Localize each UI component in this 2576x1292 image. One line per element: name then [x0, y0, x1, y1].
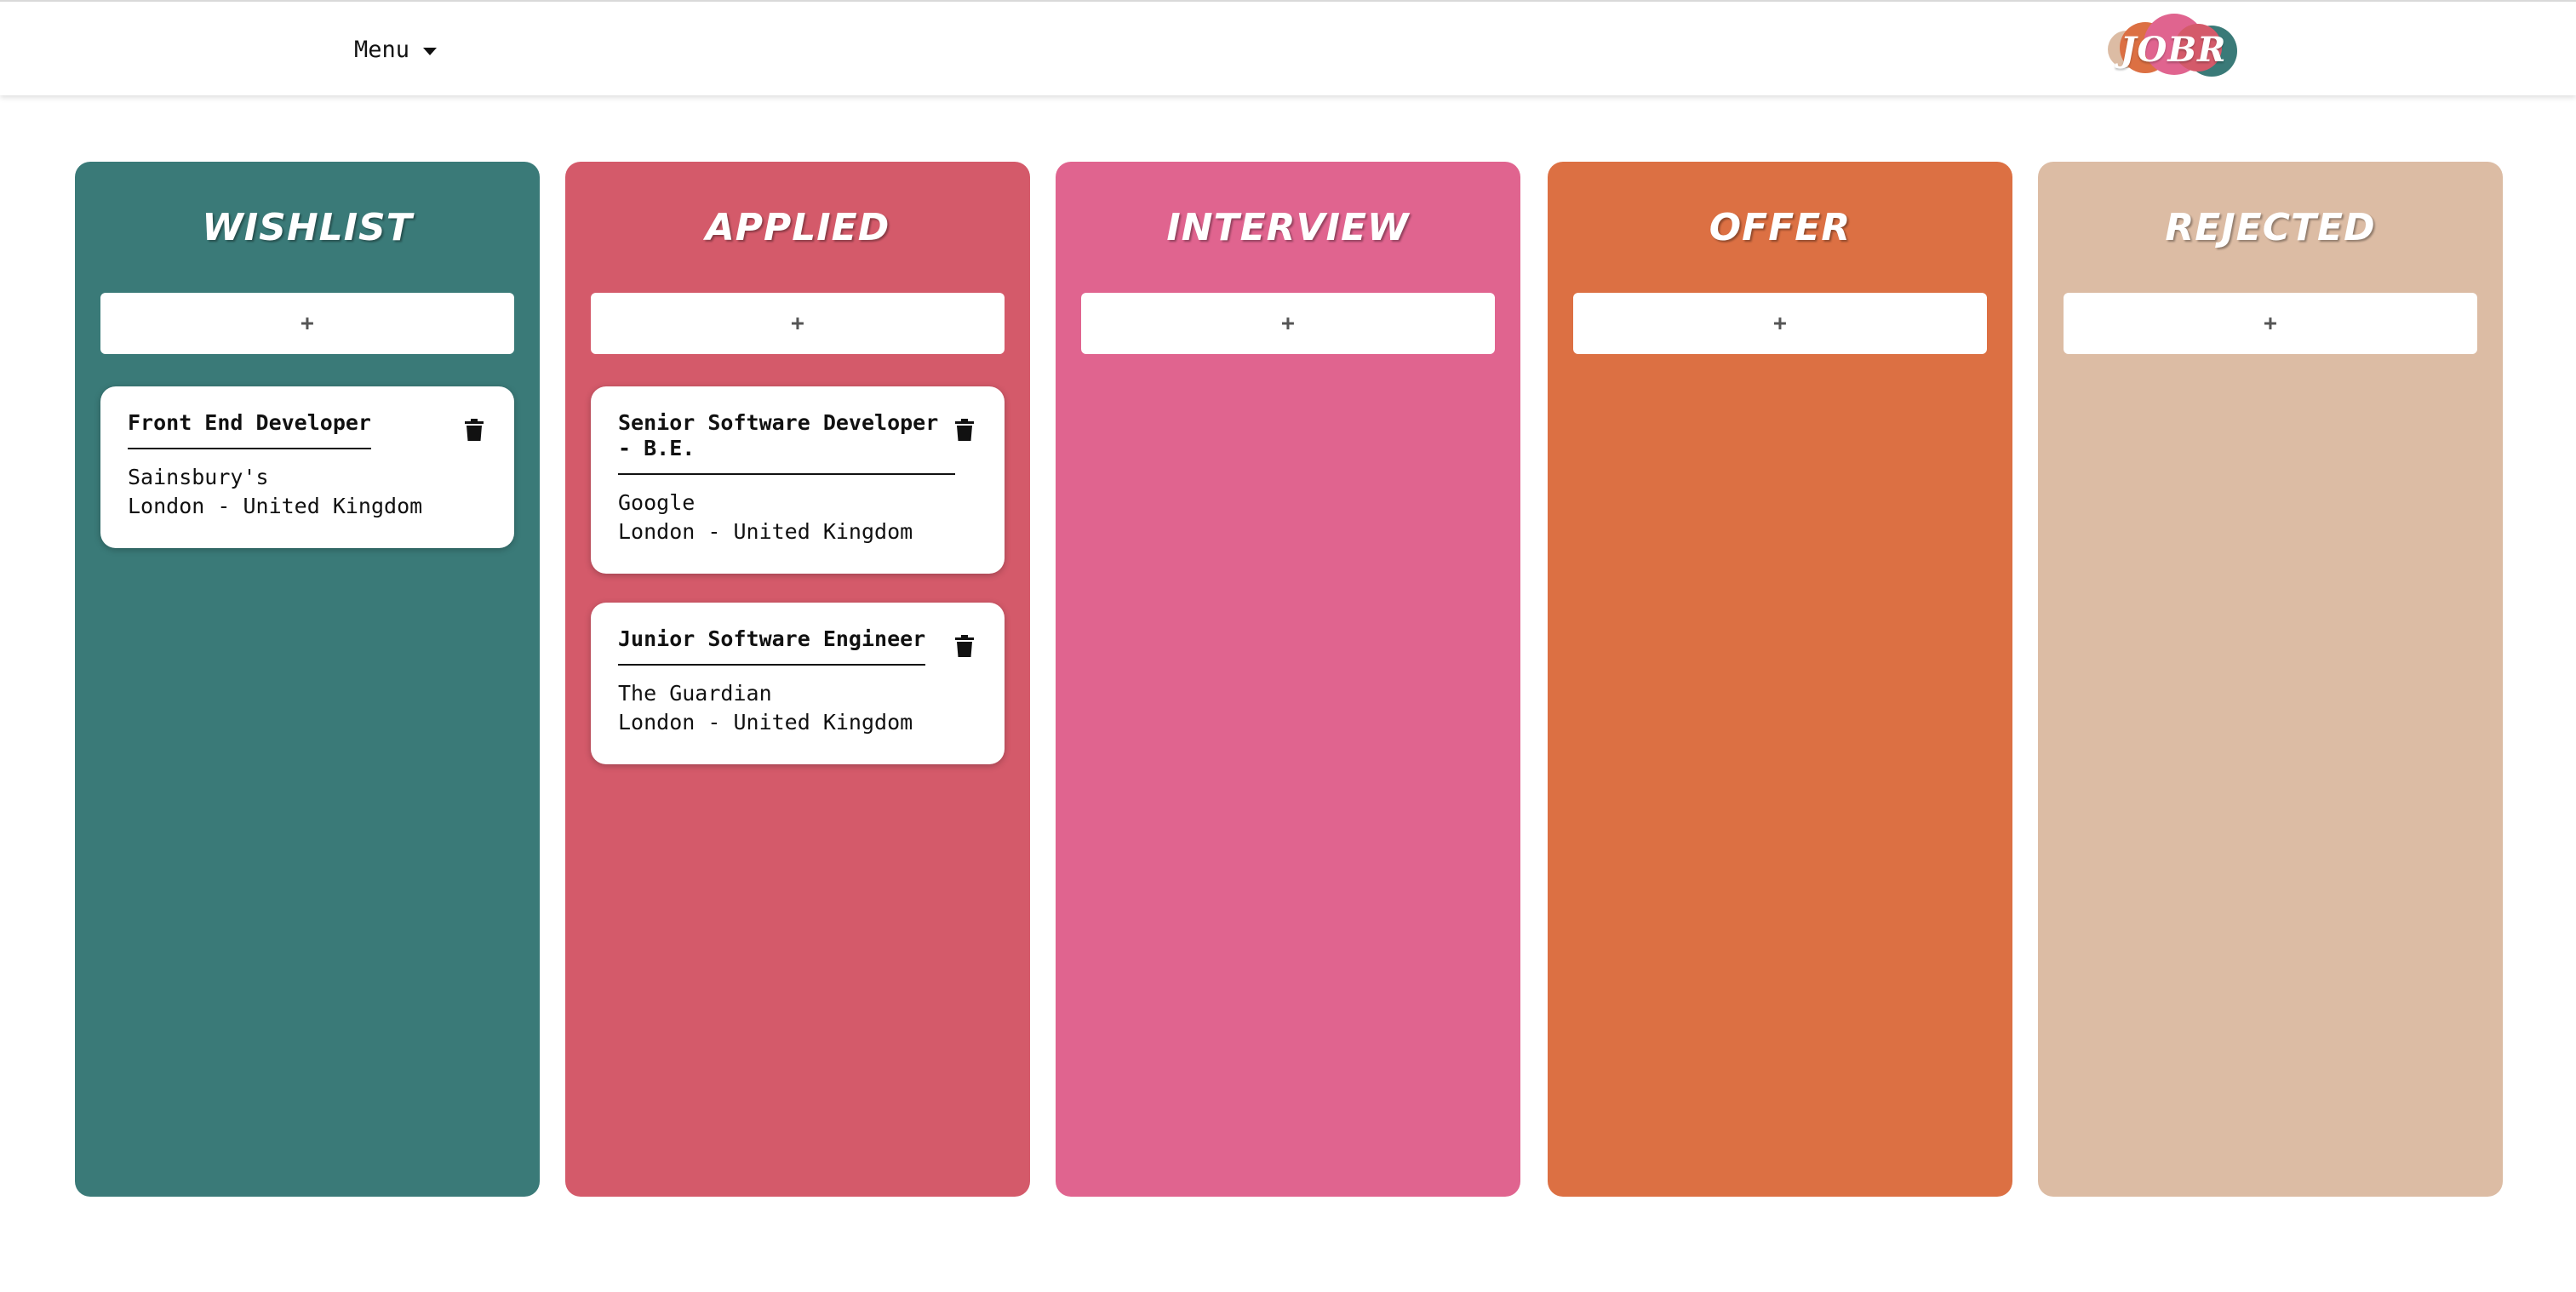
add-job-button[interactable]: + — [2064, 293, 2477, 354]
caret-down-icon — [423, 47, 438, 55]
job-location: London - United Kingdom — [618, 710, 913, 735]
column-title: OFFER — [1709, 206, 1852, 249]
jobr-logo[interactable]: JOBR — [2103, 10, 2244, 89]
menu-dropdown-button[interactable]: Menu — [354, 32, 438, 66]
column-applied: APPLIED + Senior Software Developer - B.… — [565, 162, 1030, 1197]
column-title: REJECTED — [2165, 206, 2376, 249]
column-title: APPLIED — [705, 206, 890, 249]
job-title: Front End Developer — [128, 410, 371, 449]
app-page: Menu JOBR WISHLIST + Front End Developer — [0, 0, 2576, 1292]
add-job-button[interactable]: + — [1081, 293, 1495, 354]
column-rejected: REJECTED + — [2038, 162, 2503, 1197]
column-offer: OFFER + — [1548, 162, 2012, 1197]
column-wishlist: WISHLIST + Front End Developer Sainsbury… — [75, 162, 540, 1197]
job-title: Senior Software Developer - B.E. — [618, 410, 955, 475]
job-company: The Guardian — [618, 681, 772, 706]
column-title: INTERVIEW — [1166, 206, 1410, 249]
trash-icon[interactable] — [955, 419, 974, 441]
job-card[interactable]: Junior Software Engineer The Guardian Lo… — [591, 603, 1005, 764]
kanban-board: WISHLIST + Front End Developer Sainsbury… — [75, 162, 2503, 1198]
job-card[interactable]: Senior Software Developer - B.E. Google … — [591, 386, 1005, 574]
trash-icon[interactable] — [955, 635, 974, 657]
trash-icon[interactable] — [465, 419, 484, 441]
column-interview: INTERVIEW + — [1056, 162, 1520, 1197]
menu-label: Menu — [354, 36, 410, 63]
add-job-button[interactable]: + — [100, 293, 514, 354]
job-company: Sainsbury's — [128, 465, 269, 489]
add-job-button[interactable]: + — [591, 293, 1005, 354]
column-title: WISHLIST — [202, 206, 413, 249]
job-title: Junior Software Engineer — [618, 626, 926, 666]
add-job-button[interactable]: + — [1573, 293, 1987, 354]
job-card[interactable]: Front End Developer Sainsbury's London -… — [100, 386, 514, 548]
job-location: London - United Kingdom — [618, 519, 913, 544]
job-company: Google — [618, 490, 696, 515]
logo-text: JOBR — [2120, 29, 2227, 70]
top-navbar: Menu JOBR — [0, 0, 2576, 95]
job-location: London - United Kingdom — [128, 494, 423, 518]
